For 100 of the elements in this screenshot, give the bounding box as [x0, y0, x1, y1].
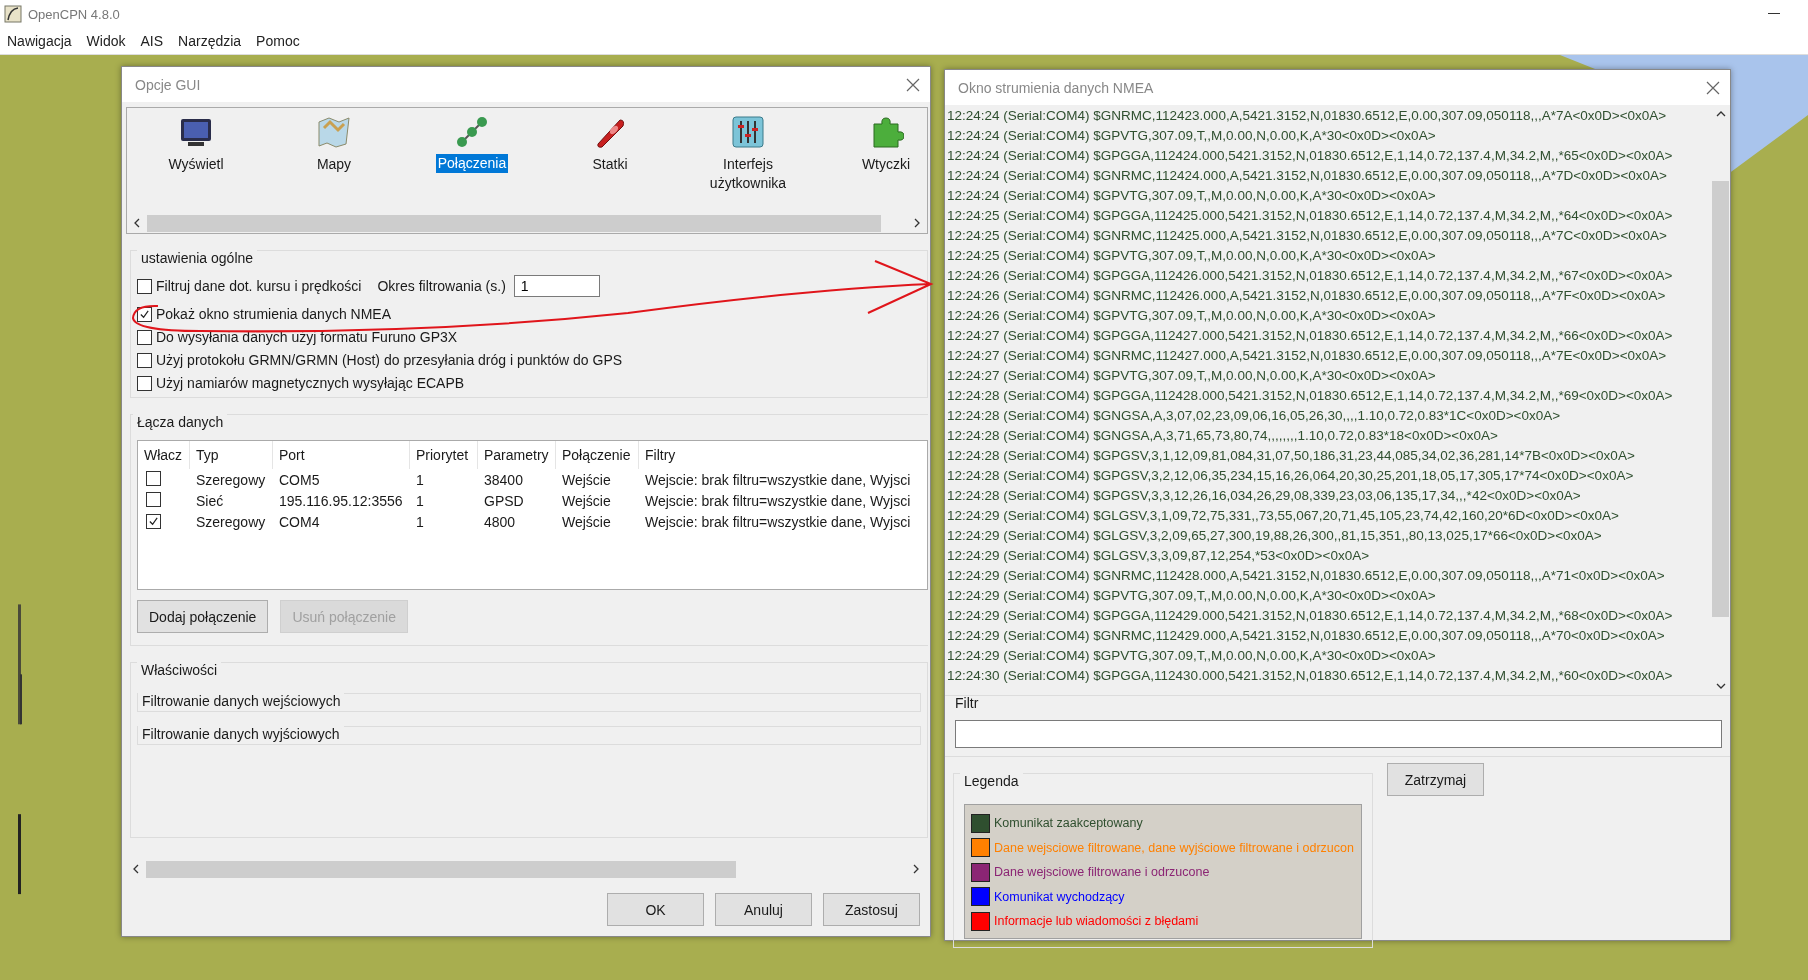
- scroll-left-icon[interactable]: [132, 218, 142, 228]
- table-cell-text: 1: [415, 513, 425, 530]
- column-header[interactable]: Filtry: [639, 441, 927, 469]
- filter-field[interactable]: [955, 720, 1722, 748]
- table-cell-text: Wejscie: brak filtru=wszystkie dane, Wyjsci: [644, 513, 912, 530]
- log-line: 12:24:28 (Serial:COM4) $GPGGA,112428.000,5421.3152,N,01830.6512,E,1,14,0.72,137.4,M,34.2,M,,*69<0x0D><0x0A>: [946, 387, 1674, 405]
- table-cell-text: COM5: [278, 471, 321, 488]
- category-tab[interactable]: Wtyczki: [838, 154, 927, 175]
- log-line: 12:24:25 (Serial:COM4) $GNRMC,112425.000,A,5421.3152,N,01830.6512,E,0.00,307.09,050118,,,A*7C<0x0D><0x0A>: [946, 227, 1668, 245]
- log-line: 12:24:26 (Serial:COM4) $GPGGA,112426.000,5421.3152,N,01830.6512,E,1,14,0.72,137.4,M,34.2,M,,*67<0x0D><0x0A>: [946, 267, 1674, 285]
- scroll-left-icon[interactable]: [131, 864, 141, 874]
- category-tab[interactable]: Interfejs użytkownika: [700, 154, 796, 194]
- log-line: 12:24:26 (Serial:COM4) $GPVTG,307.09,T,,M,0.00,N,0.00,K,A*30<0x0D><0x0A>: [946, 307, 1437, 325]
- log-line: 12:24:28 (Serial:COM4) $GNGSA,A,3,71,65,73,80,74,,,,,,,,1.10,0.72,0.83*18<0x0D><0x0A>: [946, 427, 1499, 445]
- subgroup-title: Filtrowanie danych wejściowych: [138, 693, 345, 709]
- group-title: Filtr: [955, 695, 980, 711]
- field-label: Okres filtrowania (s.): [377, 278, 506, 294]
- log-line: 12:24:29 (Serial:COM4) $GLGSV,3,2,09,65,27,300,19,88,26,300,,81,15,351,,80,13,025,17*66<0x0D><0x0A>: [946, 527, 1603, 545]
- log-line: 12:24:29 (Serial:COM4) $GLGSV,3,3,09,87,12,254,*53<0x0D><0x0A>: [946, 547, 1371, 565]
- group-title: Legenda: [960, 772, 1023, 790]
- log-line: 12:24:29 (Serial:COM4) $GPGGA,112429.000,5421.3152,N,01830.6512,E,1,14,0.72,137.4,M,34.2,M,,*68<0x0D><0x0A>: [946, 607, 1674, 625]
- menu-item[interactable]: AIS: [140, 33, 164, 49]
- category-tab[interactable]: Wyświetl: [148, 154, 244, 175]
- log-line: 12:24:27 (Serial:COM4) $GNRMC,112427.000,A,5421.3152,N,01830.6512,E,0.00,307.09,050118,,,A*7E<0x0D><0x0A>: [946, 347, 1668, 365]
- log-line: 12:24:28 (Serial:COM4) $GPGSV,3,1,12,09,81,084,31,07,50,186,31,23,44,085,34,02,36,281,14*7B<0x0D><0x0A>: [946, 447, 1636, 465]
- scroll-up-icon[interactable]: [1716, 109, 1726, 119]
- checkbox[interactable]: [137, 375, 152, 391]
- dialog-title: Opcje GUI: [135, 76, 202, 93]
- minimize-icon[interactable]: [1768, 13, 1780, 15]
- log-line: 12:24:27 (Serial:COM4) $GPVTG,307.09,T,,M,0.00,N,0.00,K,A*30<0x0D><0x0A>: [946, 367, 1437, 385]
- dialog-button[interactable]: Zastosuj: [823, 893, 920, 926]
- legend-label: Komunikat wychodzący: [994, 889, 1125, 904]
- table-cell-text: GPSD: [483, 492, 525, 509]
- checkbox-label: Użyj protokołu GRMN/GRMN (Host) do przesyłania dróg i punktów do GPS: [156, 352, 623, 368]
- column-header[interactable]: Włacz: [138, 441, 190, 469]
- category-tab[interactable]: Statki: [562, 154, 658, 175]
- checkbox-label: Użyj namiarów magnetycznych wysyłając ECAPB: [156, 375, 465, 391]
- subgroup-title: Filtrowanie danych wyjściowych: [138, 726, 344, 742]
- network-nodes-icon[interactable]: [454, 114, 490, 150]
- checkbox[interactable]: [137, 329, 152, 345]
- log-line: 12:24:24 (Serial:COM4) $GNRMC,112424.000,A,5421.3152,N,01830.6512,E,0.00,307.09,050118,,,A*7D<0x0D><0x0A>: [946, 167, 1668, 185]
- dialog-button[interactable]: OK: [607, 893, 704, 926]
- log-line: 12:24:24 (Serial:COM4) $GPGGA,112424.000,5421.3152,N,01830.6512,E,1,14,0.72,137.4,M,34.2,M,,*65<0x0D><0x0A>: [946, 147, 1674, 165]
- dialog-button[interactable]: Anuluj: [715, 893, 812, 926]
- table-cell-text: Wejście: [561, 492, 612, 509]
- close-icon[interactable]: [906, 77, 920, 92]
- column-header[interactable]: Port: [273, 441, 410, 469]
- close-icon[interactable]: [1706, 80, 1720, 95]
- scrollbar-thumb[interactable]: [146, 860, 736, 878]
- menu-item[interactable]: Widok: [86, 33, 126, 49]
- menu-item[interactable]: Nawigacja: [7, 33, 72, 49]
- checkbox[interactable]: [137, 352, 152, 368]
- category-tab[interactable]: Połączenia: [435, 154, 509, 173]
- scroll-down-icon[interactable]: [1716, 681, 1726, 691]
- checkbox[interactable]: [146, 470, 161, 486]
- column-header[interactable]: Połączenie: [556, 441, 639, 469]
- log-line: 12:24:29 (Serial:COM4) $GPVTG,307.09,T,,M,0.00,N,0.00,K,A*30<0x0D><0x0A>: [946, 587, 1437, 605]
- checkbox-label: Filtruj dane dot. kursu i prędkości: [156, 278, 362, 294]
- sliders-icon[interactable]: [730, 114, 766, 150]
- add-connection-button[interactable]: Dodaj połączenie: [137, 600, 269, 633]
- log-line: 12:24:28 (Serial:COM4) $GPGSV,3,3,12,26,16,034,26,29,08,339,23,03,06,135,17,34,,,*42<0x0D><0x0A>: [946, 487, 1582, 505]
- column-header[interactable]: Priorytet: [410, 441, 478, 469]
- table-cell-text: Wejście: [561, 471, 612, 488]
- scrollbar-thumb[interactable]: [1712, 181, 1729, 617]
- log-line: 12:24:27 (Serial:COM4) $GPGGA,112427.000,5421.3152,N,01830.6512,E,1,14,0.72,137.4,M,34.2,M,,*66<0x0D><0x0A>: [946, 327, 1674, 345]
- pause-button[interactable]: Zatrzymaj: [1387, 763, 1484, 796]
- scroll-right-icon[interactable]: [911, 864, 921, 874]
- checkbox[interactable]: [137, 278, 152, 294]
- log-line: 12:24:29 (Serial:COM4) $GNRMC,112429.000,A,5421.3152,N,01830.6512,E,0.00,307.09,050118,,,A*70<0x0D><0x0A>: [946, 627, 1666, 645]
- table-cell-text: COM4: [278, 513, 321, 530]
- category-tab[interactable]: Mapy: [286, 154, 382, 175]
- log-line: 12:24:28 (Serial:COM4) $GPGSV,3,2,12,06,35,234,15,16,26,064,20,30,25,201,18,05,17,305,17*74<0x0D><0x0A>: [946, 467, 1635, 485]
- log-line: 12:24:24 (Serial:COM4) $GNRMC,112423.000,A,5421.3152,N,01830.6512,E,0.00,307.09,050118,,,A*7A<0x0D><0x0A>: [946, 107, 1668, 125]
- column-header[interactable]: Typ: [190, 441, 273, 469]
- group-title: Łącza danych: [133, 413, 228, 431]
- scroll-right-icon[interactable]: [912, 218, 922, 228]
- window-title: OpenCPN 4.8.0: [28, 6, 121, 22]
- legend-label: Komunikat zaakceptowany: [994, 816, 1143, 831]
- checkbox[interactable]: [146, 491, 161, 507]
- table-cell-text: Wejście: [561, 513, 612, 530]
- log-line: 12:24:29 (Serial:COM4) $GNRMC,112428.000,A,5421.3152,N,01830.6512,E,0.00,307.09,050118,,,A*71<0x0D><0x0A>: [946, 567, 1666, 585]
- log-line: 12:24:30 (Serial:COM4) $GPGGA,112430.000,5421.3152,N,01830.6512,E,1,14,0.72,137.4,M,34.2,M,,*60<0x0D><0x0A>: [946, 667, 1674, 685]
- column-header[interactable]: Parametry: [478, 441, 556, 469]
- table-cell-text: 1: [415, 492, 425, 509]
- menu-item[interactable]: Narzędzia: [178, 33, 242, 49]
- input-field[interactable]: 1: [513, 275, 600, 297]
- table-cell-text: Sieć: [195, 492, 225, 509]
- legend-label: Informacje lub wiadomości z błędami: [994, 914, 1199, 929]
- log-line: 12:24:24 (Serial:COM4) $GPVTG,307.09,T,,M,0.00,N,0.00,K,A*30<0x0D><0x0A>: [946, 127, 1437, 145]
- log-line: 12:24:29 (Serial:COM4) $GLGSV,3,1,09,72,75,331,,73,55,067,20,71,45,105,23,74,42,160,20*6D<0x0D><0x0A>: [946, 507, 1620, 525]
- checkbox[interactable]: [146, 513, 161, 529]
- scrollbar-thumb[interactable]: [147, 214, 881, 232]
- legend-label: Dane wejsciowe filtrowane i odrzucone: [994, 865, 1210, 880]
- menu-item[interactable]: Pomoc: [256, 33, 300, 49]
- dialog-title: Okno strumienia danych NMEA: [958, 79, 1155, 96]
- map-icon[interactable]: [316, 114, 352, 150]
- checkbox-label: Do wysyłania danych użyj formatu Furuno GP3X: [156, 329, 458, 345]
- table-cell-text: 38400: [483, 471, 524, 488]
- legend-label: Dane wejsciowe filtrowane, dane wyjściowe filtrowane i odrzucon: [994, 840, 1354, 855]
- log-line: 12:24:26 (Serial:COM4) $GNRMC,112426.000,A,5421.3152,N,01830.6512,E,0.00,307.09,050118,,,A*7F<0x0D><0x0A>: [946, 287, 1667, 305]
